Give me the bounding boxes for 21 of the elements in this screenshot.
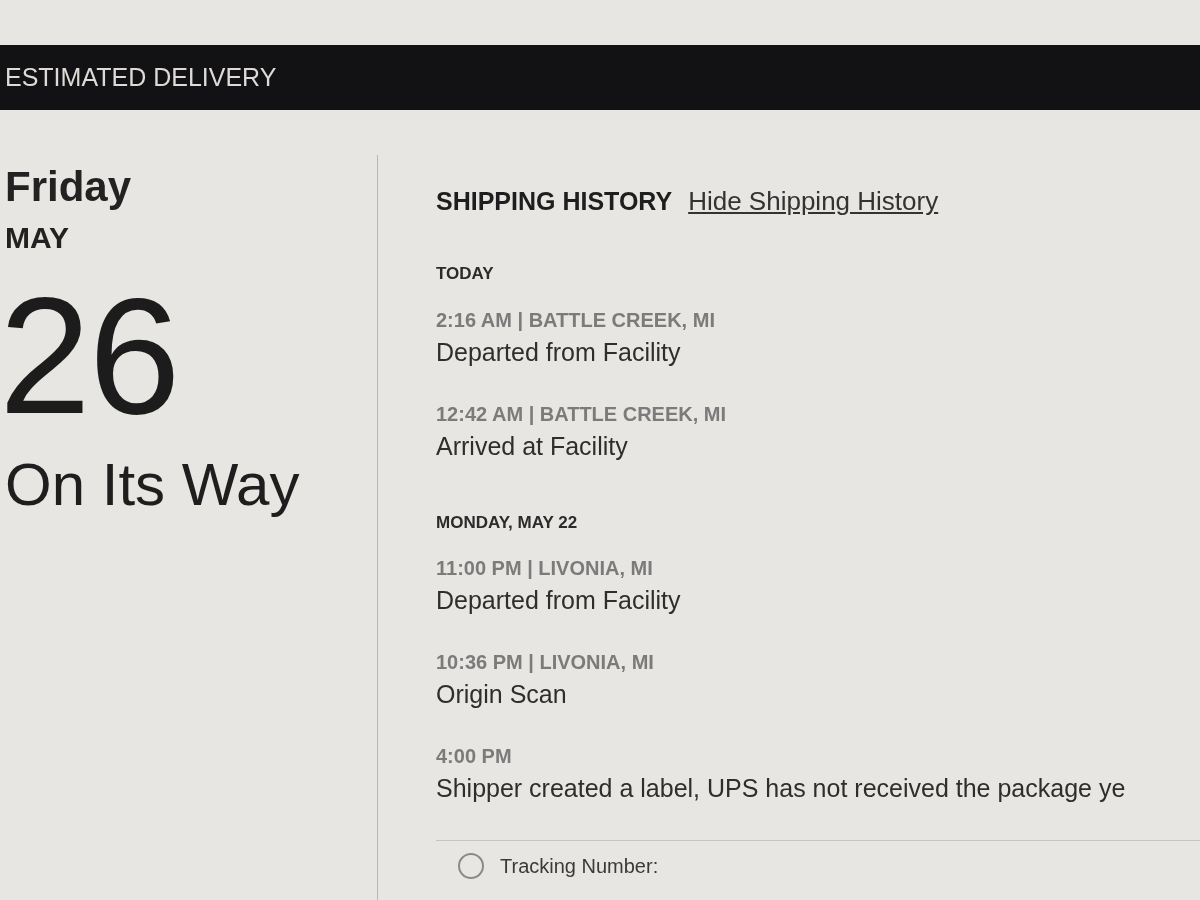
history-title: SHIPPING HISTORY (436, 186, 673, 216)
weekday-text: Friday (5, 163, 132, 212)
section-title: ESTIMATED DELIVERY (5, 65, 277, 90)
month-label: MAY (5, 221, 69, 256)
event-time-location: 11:00 PM | LIVONIA, MI (436, 555, 653, 580)
event-description: Departed from Facility (436, 584, 681, 615)
day-number: 26 (0, 273, 179, 439)
date-heading: TODAY (436, 264, 494, 285)
event-time-location: 10:36 PM | LIVONIA, MI (436, 649, 654, 674)
tracking-label: Tracking Number: (500, 853, 659, 878)
event-description: Arrived at Facility (436, 430, 628, 461)
circle-icon (458, 852, 484, 879)
event-time-location: 12:42 AM | BATTLE CREEK, MI (436, 401, 727, 426)
event-description: Shipper created a label, UPS has not received the package ye (436, 772, 1126, 803)
event-description: Departed from Facility (436, 336, 681, 367)
event-time-location: 2:16 AM | BATTLE CREEK, MI (436, 307, 715, 332)
date-heading: MONDAY, MAY 22 (436, 512, 578, 533)
hide-history-link[interactable]: Hide Shipping History (688, 186, 939, 218)
event-time-location: 4:00 PM (436, 743, 512, 768)
event-description: Origin Scan (436, 678, 567, 709)
status-text: On Its Way (5, 454, 300, 515)
